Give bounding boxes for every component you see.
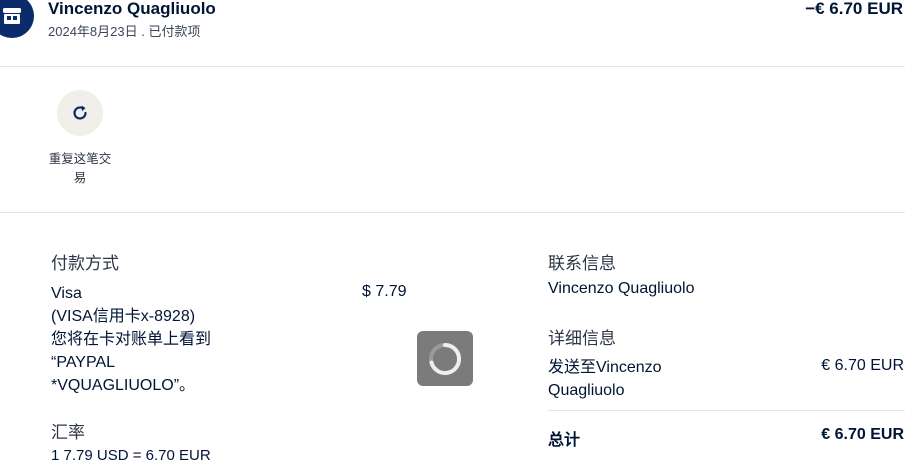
- sent-amount: € 6.70 EUR: [821, 357, 904, 374]
- sent-to-label: 发送至Vincenzo Quagliuolo: [548, 359, 662, 399]
- merchant-name: Vincenzo Quagliuolo: [48, 0, 216, 18]
- payment-method-line: (VISA信用卡x-8928): [51, 308, 196, 325]
- total-label: 总计: [548, 432, 581, 449]
- transaction-subtitle: 2024年8月23日 . 已付款项: [48, 24, 201, 39]
- exchange-rate-value: 1 7.79 USD = 6.70 EUR: [51, 447, 211, 464]
- payment-method-line: *VQUAGLIUOLO”。: [51, 377, 196, 394]
- transaction-amount: −€ 6.70 EUR: [805, 0, 903, 18]
- contact-name: Vincenzo Quagliuolo: [548, 280, 695, 297]
- payment-method-title: 付款方式: [51, 254, 119, 273]
- payment-method-line: “PAYPAL: [51, 354, 116, 371]
- loading-spinner-icon: [429, 342, 462, 375]
- repeat-transaction-label[interactable]: 重复这笔交易: [46, 150, 114, 188]
- merchant-avatar: [0, 0, 34, 38]
- refresh-icon: [73, 105, 87, 120]
- payment-method-line: 您将在卡对账单上看到: [51, 331, 212, 348]
- total-divider: [548, 410, 905, 411]
- loading-overlay: [417, 331, 473, 386]
- store-icon: [3, 8, 21, 24]
- payment-amount: $ 7.79: [362, 283, 407, 300]
- repeat-transaction-button[interactable]: [57, 90, 103, 136]
- payment-method-line: Visa: [51, 285, 82, 302]
- contact-info-title: 联系信息: [548, 254, 616, 273]
- total-amount: € 6.70 EUR: [821, 426, 904, 443]
- details-title: 详细信息: [548, 329, 616, 348]
- header-divider: [0, 66, 905, 67]
- exchange-rate-title: 汇率: [51, 423, 85, 442]
- payment-method-details: Visa (VISA信用卡x-8928) 您将在卡对账单上看到 “PAYPAL …: [51, 282, 301, 397]
- section-divider: [0, 212, 905, 213]
